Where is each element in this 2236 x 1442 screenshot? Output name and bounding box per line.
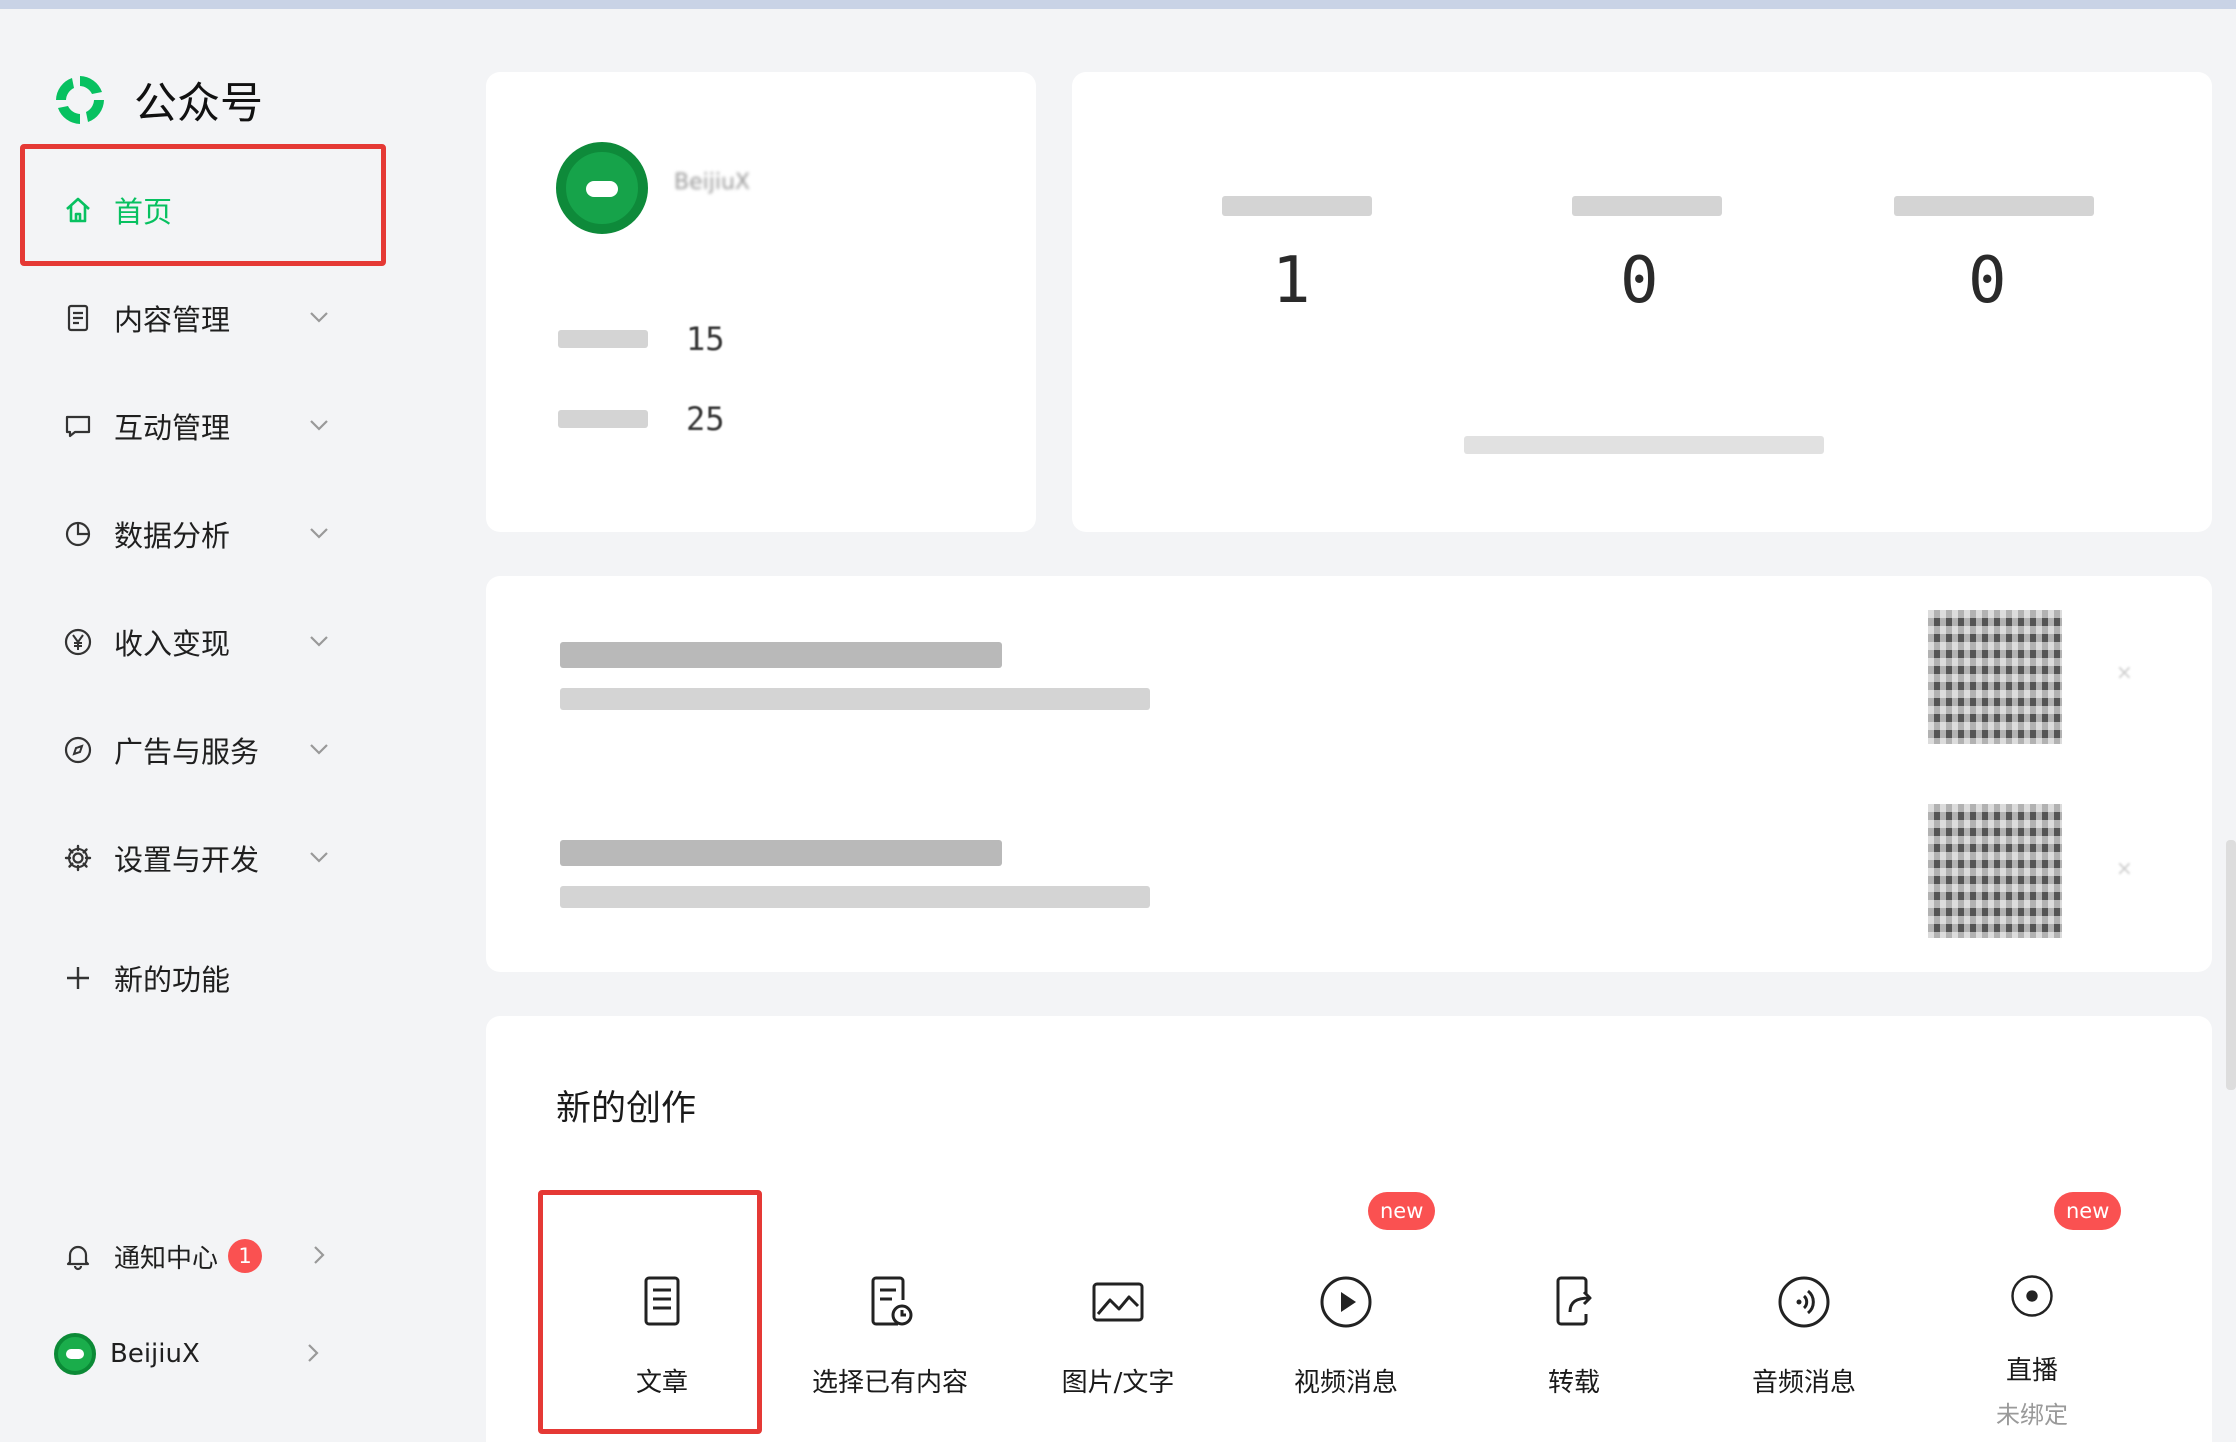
notice-description bbox=[560, 688, 1150, 710]
sidebar-item-ads[interactable]: 广告与服务 bbox=[60, 720, 360, 780]
wechat-official-logo-icon bbox=[56, 76, 104, 124]
notice-title bbox=[560, 642, 1002, 668]
sidebar-item-settings[interactable]: 设置与开发 bbox=[60, 828, 360, 888]
sidebar-item-analytics[interactable]: 数据分析 bbox=[60, 504, 360, 564]
plus-icon bbox=[60, 960, 96, 996]
avatar bbox=[54, 1333, 96, 1375]
sidebar-item-label: 新的功能 bbox=[114, 963, 231, 997]
chat-icon bbox=[60, 408, 96, 444]
live-icon bbox=[2011, 1275, 2053, 1317]
profile-stat1-value: 15 bbox=[686, 320, 725, 358]
stat-label-3 bbox=[1894, 196, 2094, 216]
document-icon bbox=[60, 300, 96, 336]
stat-label-2 bbox=[1572, 196, 1722, 216]
sidebar-item-label: 数据分析 bbox=[114, 519, 231, 553]
chevron-right-icon bbox=[308, 1344, 319, 1362]
sidebar-item-label: 收入变现 bbox=[114, 627, 231, 661]
chevron-down-icon bbox=[310, 744, 328, 755]
stat-value-1: 1 bbox=[1272, 244, 1311, 318]
notice-description bbox=[560, 886, 1150, 908]
app-logo[interactable]: 公众号 bbox=[50, 69, 263, 131]
tool-label: 转载 bbox=[1547, 1368, 1600, 1398]
stat-value-2: 0 bbox=[1620, 244, 1659, 318]
chevron-down-icon bbox=[310, 852, 328, 863]
create-existing-content-button[interactable]: 选择已有内容 bbox=[776, 1230, 1004, 1430]
notice-title bbox=[560, 840, 1002, 866]
new-badge: new bbox=[2054, 1192, 2122, 1230]
sidebar-item-label: 内容管理 bbox=[114, 303, 231, 337]
tool-label: 直播 bbox=[2005, 1356, 2058, 1386]
tool-label: 视频消息 bbox=[1293, 1368, 1398, 1398]
sidebar-item-label: 互动管理 bbox=[114, 411, 231, 445]
profile-name: BeijiuX bbox=[674, 170, 750, 195]
notice-item[interactable]: × bbox=[486, 576, 2212, 774]
chevron-down-icon bbox=[310, 528, 328, 539]
create-video-button[interactable]: 视频消息 bbox=[1232, 1230, 1460, 1430]
qr-code bbox=[1928, 804, 2062, 938]
article-highlight-box bbox=[538, 1190, 762, 1434]
qr-code bbox=[1928, 610, 2062, 744]
stat-value-3: 0 bbox=[1968, 244, 2007, 318]
scrollbar[interactable] bbox=[2226, 840, 2236, 1090]
profile-stat2-label bbox=[558, 410, 648, 428]
tool-label: 图片/文字 bbox=[1061, 1368, 1175, 1398]
pie-chart-icon bbox=[60, 516, 96, 552]
app-title: 公众号 bbox=[134, 79, 263, 129]
stats-date-range bbox=[1464, 436, 1824, 454]
create-section-title: 新的创作 bbox=[556, 1089, 697, 1129]
video-icon bbox=[1320, 1276, 1372, 1328]
create-audio-button[interactable]: 音频消息 bbox=[1690, 1230, 1918, 1430]
stats-card: 1 0 0 bbox=[1072, 72, 2212, 532]
chevron-down-icon bbox=[310, 312, 328, 323]
tool-sublabel: 未绑定 bbox=[1996, 1401, 2068, 1429]
tool-label: 选择已有内容 bbox=[811, 1368, 968, 1398]
gear-icon bbox=[60, 840, 96, 876]
sidebar-item-label: 通知中心 bbox=[114, 1243, 219, 1274]
home-highlight-box bbox=[20, 144, 386, 266]
notice-card: × × bbox=[486, 576, 2212, 972]
chevron-down-icon bbox=[310, 420, 328, 431]
close-icon[interactable]: × bbox=[2116, 856, 2138, 880]
stat-label-1 bbox=[1222, 196, 1372, 216]
create-image-text-button[interactable]: 图片/文字 bbox=[1004, 1230, 1232, 1430]
sidebar-item-monetization[interactable]: 收入变现 bbox=[60, 612, 360, 672]
window-top-border bbox=[0, 0, 2236, 9]
sidebar-item-label: 设置与开发 bbox=[114, 843, 260, 877]
bell-icon bbox=[60, 1238, 96, 1274]
notification-count-badge: 1 bbox=[228, 1239, 263, 1273]
yen-icon bbox=[60, 624, 96, 660]
sidebar-account[interactable]: BeijiuX bbox=[54, 1324, 354, 1384]
new-badge: new bbox=[1368, 1192, 1436, 1230]
create-repost-button[interactable]: 转载 bbox=[1460, 1230, 1688, 1430]
close-icon[interactable]: × bbox=[2116, 660, 2138, 684]
sidebar-item-new-features[interactable]: 新的功能 bbox=[60, 948, 360, 1008]
notice-item[interactable]: × bbox=[486, 774, 2212, 972]
sidebar-item-interaction[interactable]: 互动管理 bbox=[60, 396, 360, 456]
profile-card: BeijiuX 15 25 bbox=[486, 72, 1036, 532]
sidebar-item-content[interactable]: 内容管理 bbox=[60, 288, 360, 348]
account-name: BeijiuX bbox=[110, 1339, 200, 1369]
image-text-icon bbox=[1092, 1282, 1144, 1322]
repost-icon bbox=[1556, 1276, 1592, 1326]
profile-avatar[interactable] bbox=[556, 142, 648, 234]
profile-stat2-value: 25 bbox=[686, 400, 725, 438]
profile-stat1-label bbox=[558, 330, 648, 348]
existing-content-icon bbox=[871, 1276, 913, 1326]
chevron-down-icon bbox=[310, 636, 328, 647]
audio-icon bbox=[1778, 1276, 1830, 1328]
compass-icon bbox=[60, 732, 96, 768]
chevron-right-icon bbox=[314, 1246, 325, 1264]
sidebar-item-label: 广告与服务 bbox=[114, 735, 260, 769]
tool-label: 音频消息 bbox=[1751, 1368, 1856, 1398]
create-live-button[interactable]: 直播 未绑定 bbox=[1918, 1230, 2146, 1430]
sidebar-item-notifications[interactable]: 通知中心 1 bbox=[60, 1226, 360, 1286]
